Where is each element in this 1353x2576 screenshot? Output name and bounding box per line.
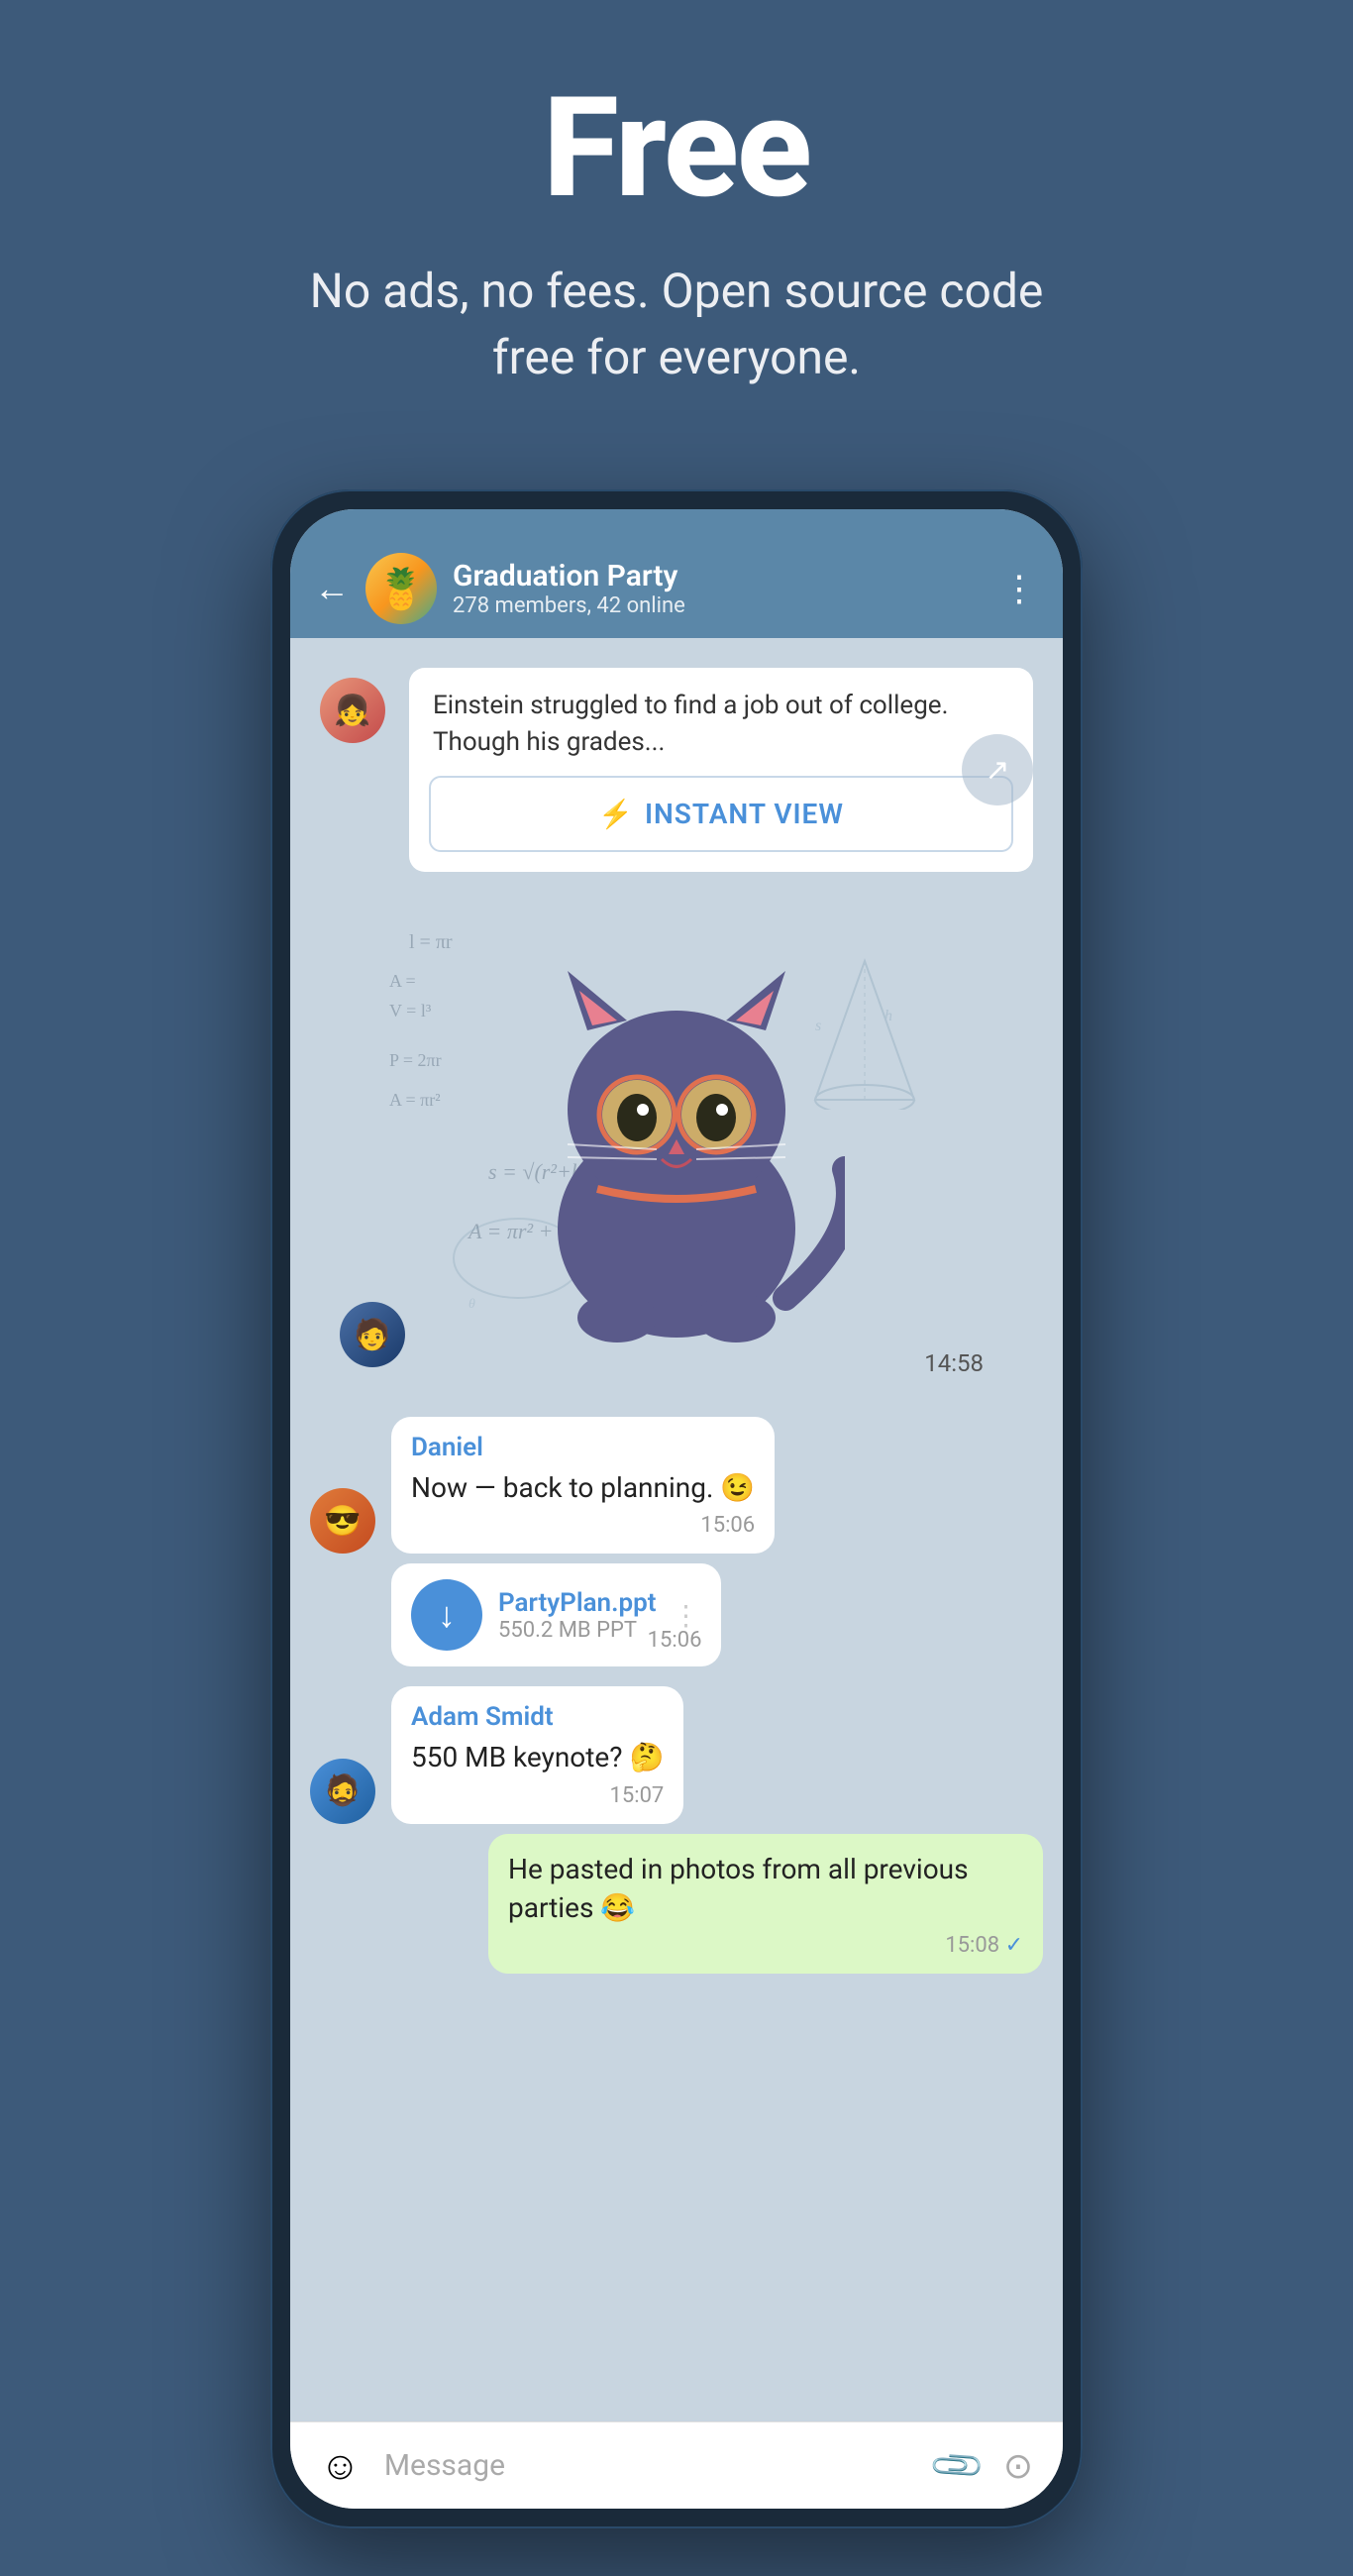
daniel-message-text: Now — back to planning. 😉 bbox=[411, 1468, 755, 1507]
camera-button[interactable]: ⊙ bbox=[1003, 2445, 1033, 2487]
file-time: 15:06 bbox=[648, 1628, 702, 1653]
own-message-row: He pasted in photos from all previous pa… bbox=[310, 1834, 1043, 1974]
adam-message-time: 15:07 bbox=[411, 1783, 664, 1808]
math-formula-4: P = 2πr bbox=[389, 1050, 442, 1071]
file-size: 550.2 MB PPT bbox=[498, 1618, 656, 1643]
svg-text:θ: θ bbox=[468, 1297, 475, 1312]
chat-body: 👧 Einstein struggled to find a job out o… bbox=[290, 638, 1063, 2421]
share-button[interactable]: ↗ bbox=[962, 734, 1033, 805]
chat-info: Graduation Party 278 members, 42 online bbox=[453, 559, 986, 618]
daniel-message-time: 15:06 bbox=[411, 1513, 755, 1538]
phone-wrapper: ← 🍍 Graduation Party 278 members, 42 onl… bbox=[270, 489, 1083, 2528]
cat-sticker bbox=[508, 951, 845, 1347]
emoji-button[interactable]: ☺ bbox=[320, 2442, 361, 2489]
file-message-row: ↓ PartyPlan.ppt 550.2 MB PPT ⋮ 15:06 bbox=[310, 1563, 1043, 1666]
more-options-button[interactable]: ⋮ bbox=[1001, 568, 1039, 609]
file-name: PartyPlan.ppt bbox=[498, 1588, 656, 1618]
message-input-bar: ☺ Message 📎 ⊙ bbox=[290, 2421, 1063, 2509]
hero-title: Free bbox=[280, 79, 1073, 218]
sticker-message-area: l = πr A = V = l³ P = 2πr A = πr² s = √(… bbox=[310, 892, 1043, 1407]
sticker-timestamp: 14:58 bbox=[924, 1349, 984, 1377]
guy1-avatar: 🧑 bbox=[340, 1302, 405, 1367]
math-formula-2: A = bbox=[389, 971, 416, 992]
group-avatar-emoji: 🍍 bbox=[376, 566, 426, 612]
message-input-placeholder[interactable]: Message bbox=[384, 2448, 911, 2483]
file-download-icon[interactable]: ↓ bbox=[411, 1579, 482, 1651]
own-bubble: He pasted in photos from all previous pa… bbox=[488, 1834, 1043, 1974]
article-preview-text: Einstein struggled to find a job out of … bbox=[409, 668, 1033, 776]
sender-avatar-girl: 👧 bbox=[320, 678, 385, 743]
math-formula-5: A = πr² bbox=[389, 1090, 441, 1111]
file-bubble: ↓ PartyPlan.ppt 550.2 MB PPT ⋮ 15:06 bbox=[391, 1563, 721, 1666]
sticker-sender-avatar: 🧑 bbox=[340, 1302, 405, 1367]
hero-section: Free No ads, no fees. Open source code f… bbox=[241, 0, 1112, 450]
adam-message-text: 550 MB keynote? 🤔 bbox=[411, 1738, 664, 1776]
daniel-sender-name: Daniel bbox=[411, 1433, 755, 1462]
article-message-container: 👧 Einstein struggled to find a job out o… bbox=[290, 668, 1063, 872]
article-bubble: Einstein struggled to find a job out of … bbox=[409, 668, 1033, 872]
adam-avatar: 🧔 bbox=[310, 1759, 375, 1824]
back-button[interactable]: ← bbox=[314, 571, 350, 606]
own-message-time: 15:08 bbox=[508, 1933, 1023, 1958]
chat-group-members: 278 members, 42 online bbox=[453, 593, 986, 618]
hero-subtitle: No ads, no fees. Open source code free f… bbox=[280, 258, 1073, 390]
instant-view-button[interactable]: ⚡ INSTANT VIEW bbox=[429, 776, 1013, 852]
file-info: PartyPlan.ppt 550.2 MB PPT bbox=[498, 1588, 656, 1643]
daniel-avatar: 😎 bbox=[310, 1488, 375, 1554]
phone-screen: ← 🍍 Graduation Party 278 members, 42 onl… bbox=[290, 509, 1063, 2509]
math-formula-1: l = πr bbox=[409, 931, 453, 954]
daniel-message-row: 😎 Daniel Now — back to planning. 😉 15:06 bbox=[310, 1417, 1043, 1554]
instant-view-label: INSTANT VIEW bbox=[645, 798, 844, 830]
math-formula-3: V = l³ bbox=[389, 1001, 431, 1021]
status-bar bbox=[290, 509, 1063, 539]
adam-bubble: Adam Smidt 550 MB keynote? 🤔 15:07 bbox=[391, 1686, 683, 1823]
file-more-button[interactable]: ⋮ bbox=[672, 1599, 701, 1632]
chat-group-name: Graduation Party bbox=[453, 559, 986, 593]
lightning-icon: ⚡ bbox=[598, 798, 633, 830]
attach-button[interactable]: 📎 bbox=[927, 2435, 988, 2496]
adam-sender-name: Adam Smidt bbox=[411, 1702, 664, 1732]
chat-header: ← 🍍 Graduation Party 278 members, 42 onl… bbox=[290, 539, 1063, 638]
chat-group-avatar: 🍍 bbox=[365, 553, 437, 624]
girl-avatar: 👧 bbox=[320, 678, 385, 743]
phone-outer: ← 🍍 Graduation Party 278 members, 42 onl… bbox=[270, 489, 1083, 2528]
daniel-bubble: Daniel Now — back to planning. 😉 15:06 bbox=[391, 1417, 775, 1554]
own-message-text: He pasted in photos from all previous pa… bbox=[508, 1850, 1023, 1927]
adam-message-row: 🧔 Adam Smidt 550 MB keynote? 🤔 15:07 bbox=[310, 1686, 1043, 1823]
svg-text:h: h bbox=[885, 1008, 892, 1024]
